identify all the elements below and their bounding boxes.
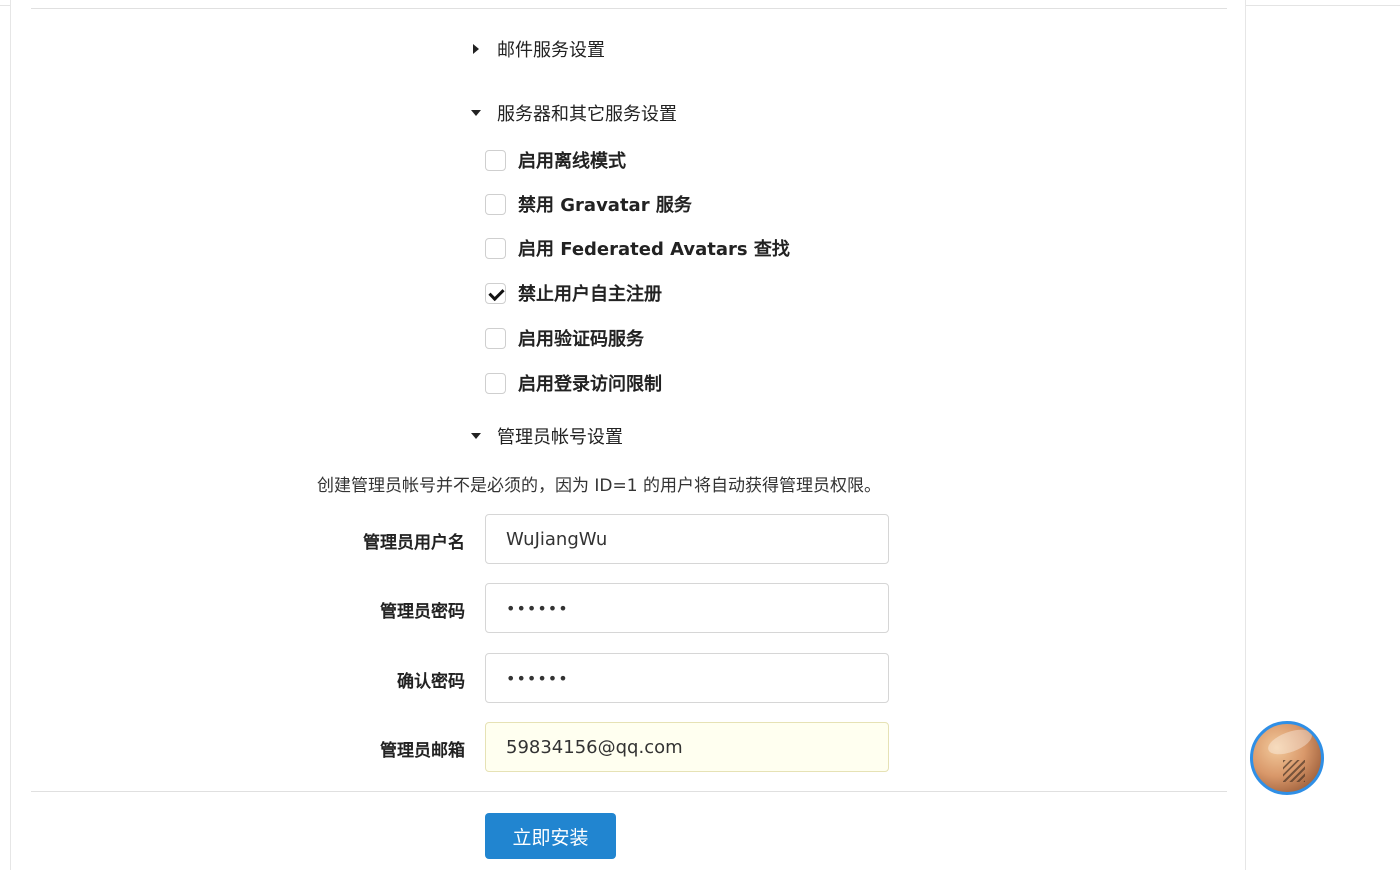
- checkbox-federated-avatars[interactable]: [485, 237, 506, 259]
- admin-password-input[interactable]: [485, 583, 889, 633]
- field-admin-confirm-password: 确认密码: [11, 653, 1245, 703]
- admin-confirm-password-label: 确认密码: [397, 672, 465, 692]
- admin-email-input[interactable]: [485, 722, 889, 772]
- caret-down-icon: [471, 110, 481, 116]
- option-disable-registration[interactable]: 禁止用户自主注册: [485, 280, 662, 306]
- option-offline-mode[interactable]: 启用离线模式: [485, 147, 626, 173]
- section-server-title: 服务器和其它服务设置: [497, 104, 677, 125]
- checkbox-require-signin[interactable]: [485, 372, 506, 394]
- option-enable-captcha[interactable]: 启用验证码服务: [485, 325, 644, 351]
- install-button[interactable]: 立即安装: [485, 813, 616, 859]
- install-form-card: 邮件服务设置 服务器和其它服务设置 启用离线模式 禁用 Gravatar 服务 …: [10, 0, 1246, 870]
- caret-down-icon: [471, 433, 481, 439]
- section-admin-settings[interactable]: 管理员帐号设置: [471, 424, 623, 448]
- option-enable-captcha-label: 启用验证码服务: [518, 329, 644, 350]
- checkbox-disable-gravatar[interactable]: [485, 193, 506, 215]
- option-disable-gravatar[interactable]: 禁用 Gravatar 服务: [485, 191, 692, 217]
- admin-password-label: 管理员密码: [380, 602, 465, 622]
- section-server-settings[interactable]: 服务器和其它服务设置: [471, 101, 677, 125]
- divider-bottom: [31, 791, 1227, 792]
- field-admin-username: 管理员用户名: [11, 514, 1245, 564]
- option-offline-mode-label: 启用离线模式: [518, 151, 626, 172]
- option-require-signin-label: 启用登录访问限制: [518, 374, 662, 395]
- option-federated-avatars-label: 启用 Federated Avatars 查找: [518, 239, 790, 260]
- admin-username-label: 管理员用户名: [363, 533, 465, 553]
- floating-avatar[interactable]: [1250, 721, 1324, 795]
- checkbox-offline-mode[interactable]: [485, 149, 506, 171]
- section-mail-title: 邮件服务设置: [497, 40, 605, 61]
- section-admin-title: 管理员帐号设置: [497, 427, 623, 448]
- admin-username-input[interactable]: [485, 514, 889, 564]
- checkbox-enable-captcha[interactable]: [485, 327, 506, 349]
- option-federated-avatars[interactable]: 启用 Federated Avatars 查找: [485, 235, 790, 261]
- section-mail-settings[interactable]: 邮件服务设置: [471, 37, 605, 61]
- field-admin-email: 管理员邮箱: [11, 722, 1245, 772]
- install-page: 邮件服务设置 服务器和其它服务设置 启用离线模式 禁用 Gravatar 服务 …: [0, 0, 1400, 870]
- admin-confirm-password-input[interactable]: [485, 653, 889, 703]
- checkbox-disable-registration[interactable]: [485, 282, 506, 304]
- admin-note: 创建管理员帐号并不是必须的，因为 ID=1 的用户将自动获得管理员权限。: [317, 476, 881, 496]
- field-admin-password: 管理员密码: [11, 583, 1245, 633]
- caret-right-icon: [473, 44, 479, 54]
- option-require-signin[interactable]: 启用登录访问限制: [485, 370, 662, 396]
- option-disable-registration-label: 禁止用户自主注册: [518, 284, 662, 305]
- admin-email-label: 管理员邮箱: [380, 741, 465, 761]
- option-disable-gravatar-label: 禁用 Gravatar 服务: [518, 195, 692, 216]
- divider-top: [31, 8, 1227, 9]
